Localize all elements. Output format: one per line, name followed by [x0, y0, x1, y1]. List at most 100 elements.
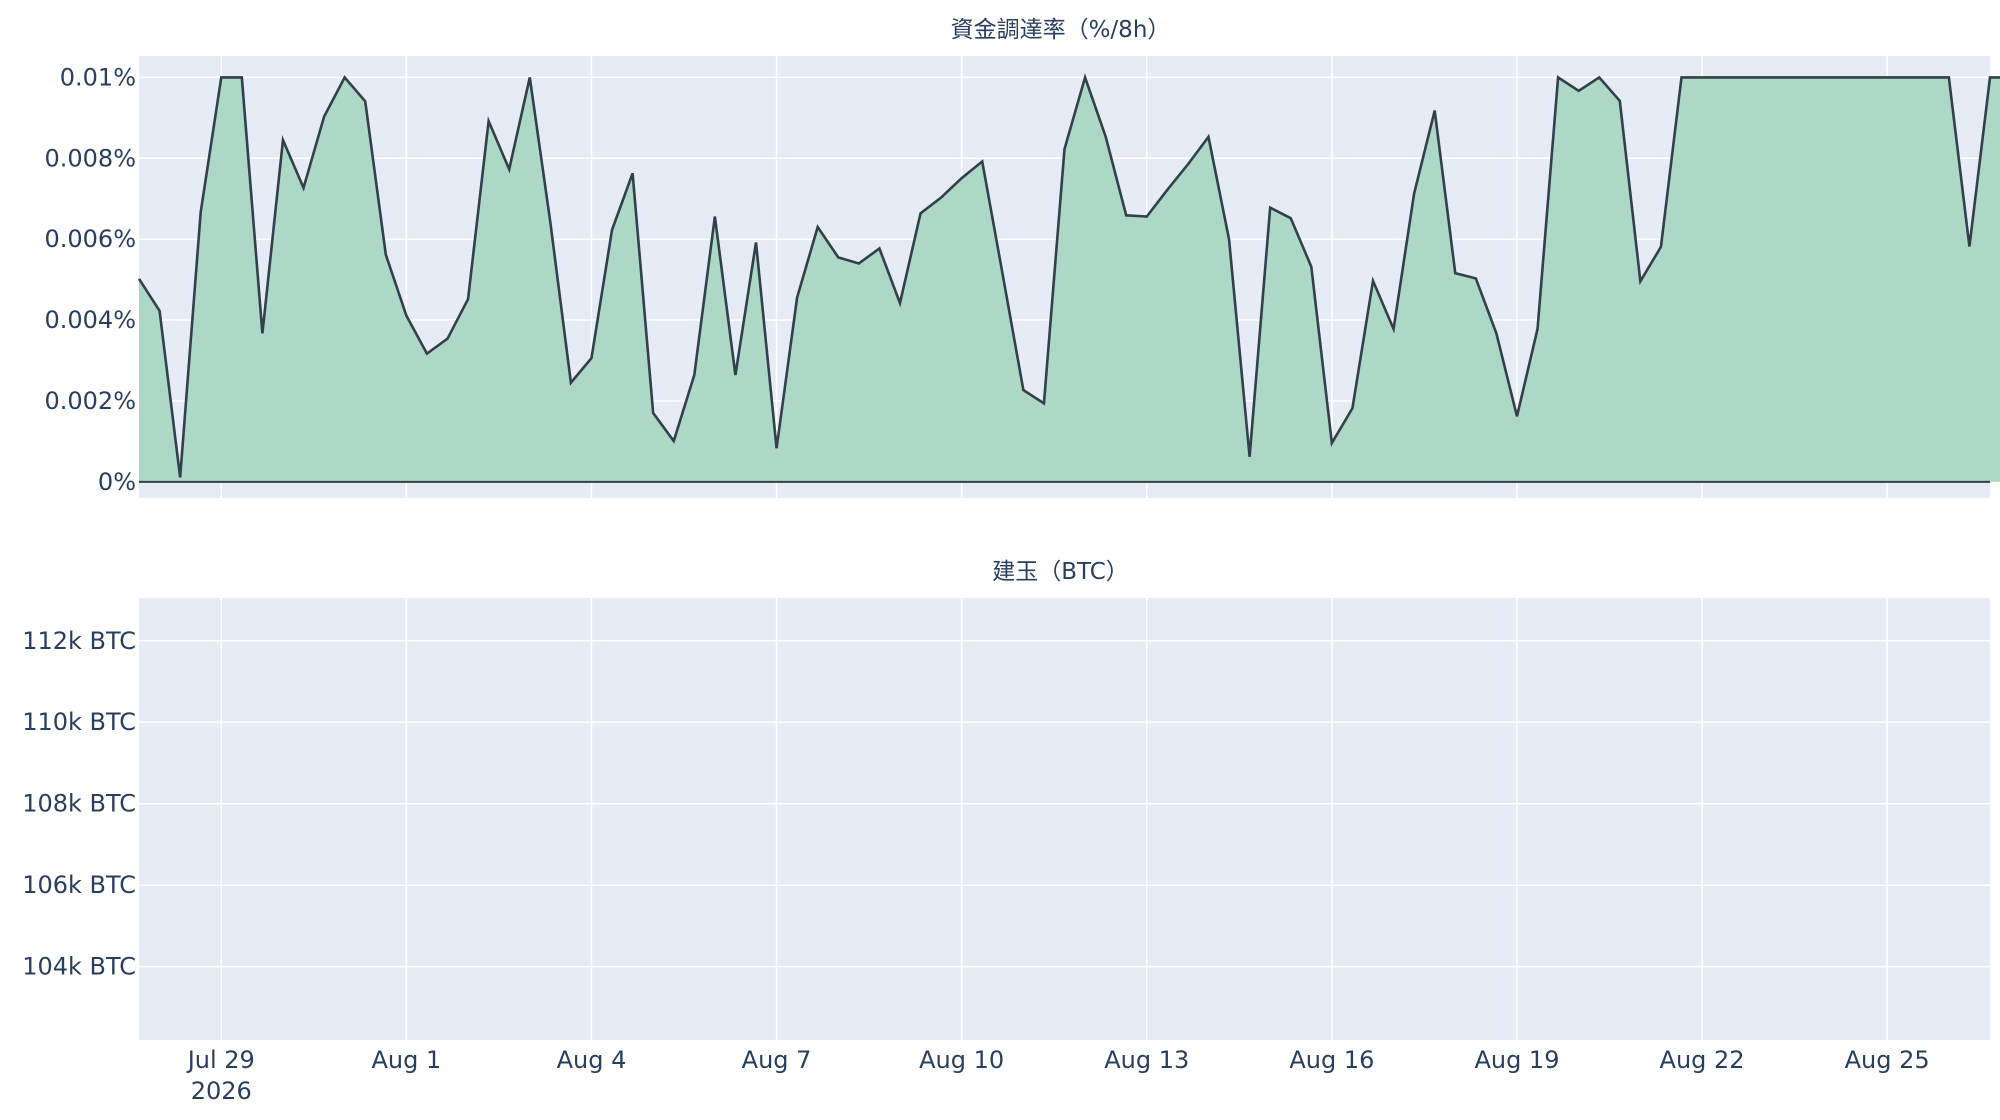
data-point: [1906, 75, 1910, 79]
panel-title: 資金調達率（%/8h）: [951, 17, 1171, 43]
data-point: [1330, 441, 1334, 445]
data-point: [260, 331, 264, 335]
y-tick-label: 0.002%: [44, 387, 136, 415]
data-point: [1494, 331, 1498, 335]
data-point: [775, 446, 779, 450]
data-point: [1124, 213, 1128, 217]
data-point: [795, 295, 799, 299]
data-point: [0, 751, 2, 755]
data-point: [1556, 75, 1560, 79]
panel-title: 建玉（BTC）: [992, 559, 1129, 585]
x-tick-label: Aug 7: [742, 1046, 812, 1074]
data-point: [1309, 265, 1313, 269]
data-point: [0, 845, 2, 849]
data-point: [1350, 406, 1354, 410]
data-point: [0, 891, 2, 895]
data-point: [1803, 75, 1807, 79]
data-point: [1083, 75, 1087, 79]
y-tick-label: 110k BTC: [22, 708, 136, 736]
data-point: [1104, 134, 1108, 138]
data-point: [0, 822, 2, 826]
data-point: [1063, 147, 1067, 151]
data-point: [1536, 327, 1540, 331]
data-point: [980, 160, 984, 164]
data-point: [610, 228, 614, 232]
data-point: [199, 210, 203, 214]
data-point: [1433, 109, 1437, 113]
y-tick-label: 108k BTC: [22, 790, 136, 818]
y-tick-label: 106k BTC: [22, 871, 136, 899]
x-tick-label: Aug 1: [371, 1046, 441, 1074]
x-tick-label: Aug 19: [1474, 1046, 1559, 1074]
data-point: [1967, 244, 1971, 248]
data-point: [1453, 271, 1457, 275]
data-point: [0, 995, 2, 999]
data-point: [507, 167, 511, 171]
data-point: [1844, 75, 1848, 79]
data-point: [0, 859, 2, 863]
data-point: [158, 309, 162, 313]
data-point: [281, 138, 285, 142]
data-point: [919, 211, 923, 215]
y-tick-label: 0%: [98, 468, 136, 496]
data-point: [1618, 99, 1622, 103]
data-point: [569, 381, 573, 385]
data-point: [487, 119, 491, 123]
data-point: [446, 337, 450, 341]
y-tick-label: 0.008%: [44, 144, 136, 172]
data-point: [1700, 75, 1704, 79]
data-point: [1988, 75, 1992, 79]
data-point: [1186, 162, 1190, 166]
data-point: [1515, 414, 1519, 418]
data-point: [1227, 237, 1231, 241]
data-point: [363, 99, 367, 103]
data-point: [1248, 455, 1252, 459]
data-point: [0, 737, 2, 741]
x-tick-label: Aug 22: [1660, 1046, 1745, 1074]
y-tick-label: 0.01%: [60, 63, 136, 91]
data-point: [0, 639, 2, 643]
data-point: [651, 411, 655, 415]
x-tick-label: Aug 13: [1104, 1046, 1189, 1074]
data-point: [1782, 75, 1786, 79]
data-point: [0, 675, 2, 679]
data-point: [1721, 75, 1725, 79]
data-point: [1762, 75, 1766, 79]
data-point: [0, 659, 2, 663]
data-point: [857, 261, 861, 265]
open-interest-panel: 104k BTC 106k BTC 108k BTC 110k BTC 112k BTC…: [0, 559, 1990, 1040]
data-point: [0, 950, 2, 954]
data-point: [0, 682, 2, 686]
data-point: [178, 475, 182, 479]
x-axis-ticks: Jul 29 2026 Aug 1 Aug 4 Aug 7 Aug 10 Aug 13 Aug…: [186, 1046, 1930, 1105]
data-point: [0, 794, 2, 798]
data-point: [1206, 135, 1210, 139]
data-point: [960, 176, 964, 180]
data-point: [0, 871, 2, 875]
y-tick-label: 112k BTC: [22, 627, 136, 655]
data-point: [836, 255, 840, 259]
data-point: [1145, 215, 1149, 219]
data-point: [816, 225, 820, 229]
data-point: [1680, 75, 1684, 79]
data-point: [939, 196, 943, 200]
data-point: [1577, 89, 1581, 93]
data-point: [1412, 191, 1416, 195]
x-tick-label: Jul 29: [186, 1046, 255, 1074]
data-point: [1926, 75, 1930, 79]
plot-background: [139, 598, 1990, 1040]
data-point: [137, 277, 141, 281]
data-point: [713, 215, 717, 219]
data-point: [631, 171, 635, 175]
data-point: [404, 314, 408, 318]
data-point: [240, 75, 244, 79]
data-point: [1638, 279, 1642, 283]
data-point: [0, 741, 2, 745]
data-point: [0, 879, 2, 883]
y-tick-label: 0.006%: [44, 225, 136, 253]
data-point: [1392, 327, 1396, 331]
data-point: [343, 75, 347, 79]
data-point: [322, 115, 326, 119]
data-point: [733, 373, 737, 377]
data-point: [302, 186, 306, 190]
